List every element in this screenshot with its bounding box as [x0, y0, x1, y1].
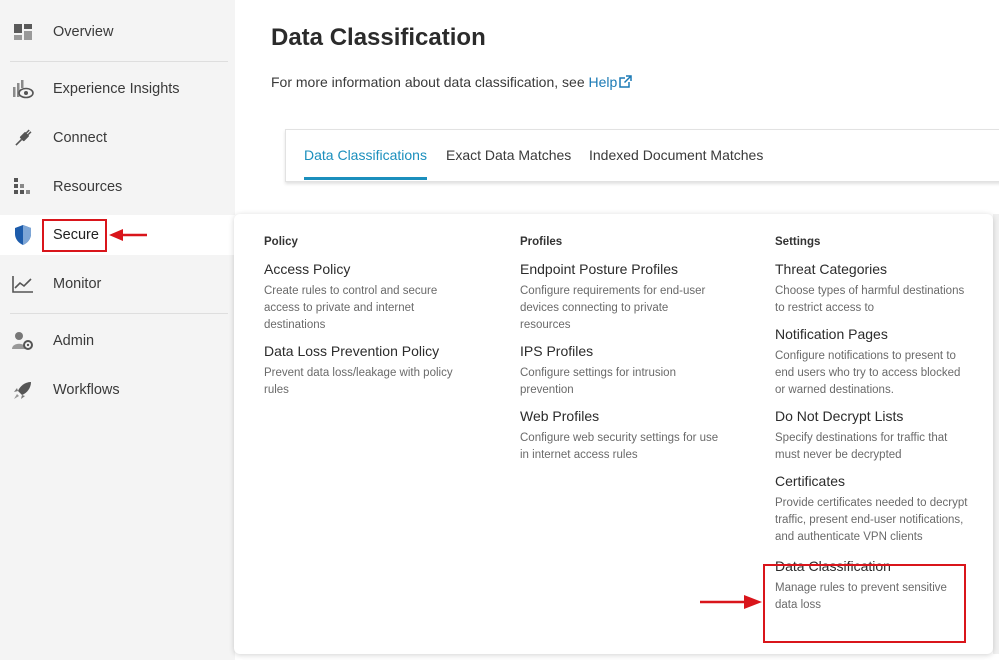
sidebar-item-label: Overview — [53, 24, 114, 40]
user-gear-icon — [12, 330, 34, 352]
data-classification-highlight-box — [763, 564, 966, 643]
sidebar-item-resources[interactable]: Resources — [0, 167, 235, 207]
menu-item-description: Provide certificates needed to decrypt t… — [775, 497, 968, 543]
sidebar-divider — [10, 61, 228, 62]
sidebar-item-label: Monitor — [53, 276, 102, 292]
menu-item-dlp-policy[interactable]: Data Loss Prevention Policy Prevent data… — [264, 343, 464, 399]
sidebar-item-experience-insights[interactable]: Experience Insights — [0, 69, 235, 109]
sidebar-item-label: Workflows — [53, 382, 120, 398]
menu-item-title: Notification Pages — [775, 326, 888, 342]
insights-eye-icon — [12, 78, 34, 100]
menu-item-notification-pages[interactable]: Notification Pages Configure notificatio… — [775, 326, 970, 399]
menu-item-web-profiles[interactable]: Web Profiles Configure web security sett… — [520, 408, 720, 464]
menu-item-certificates[interactable]: Certificates Provide certificates needed… — [775, 473, 970, 546]
shield-icon — [12, 224, 34, 246]
external-link-icon — [619, 75, 633, 91]
rocket-icon — [12, 379, 34, 401]
help-link-label: Help — [588, 74, 618, 90]
sidebar-divider — [10, 313, 228, 314]
menu-item-description: Configure notifications to present to en… — [775, 350, 961, 396]
sidebar-item-label: Resources — [53, 179, 123, 195]
menu-item-title: Do Not Decrypt Lists — [775, 408, 904, 424]
menu-item-endpoint-posture-profiles[interactable]: Endpoint Posture Profiles Configure requ… — [520, 261, 720, 334]
sidebar-item-label: Connect — [53, 130, 108, 146]
menu-column-heading: Policy — [264, 236, 298, 248]
menu-item-do-not-decrypt-lists[interactable]: Do Not Decrypt Lists Specify destination… — [775, 408, 970, 464]
backdrop — [993, 214, 999, 654]
sidebar-item-overview[interactable]: Overview — [0, 12, 235, 52]
sidebar-item-label: Admin — [53, 333, 95, 349]
menu-column-policy: Policy Access Policy Create rules to con… — [264, 236, 464, 408]
menu-item-description: Create rules to control and secure acces… — [264, 285, 438, 331]
plug-icon — [12, 127, 34, 149]
page-title: Data Classification — [271, 24, 486, 51]
menu-item-ips-profiles[interactable]: IPS Profiles Configure settings for intr… — [520, 343, 720, 399]
menu-item-description: Prevent data loss/leakage with policy ru… — [264, 367, 453, 396]
menu-item-title: Data Loss Prevention Policy — [264, 343, 440, 359]
menu-item-description: Configure settings for intrusion prevent… — [520, 367, 676, 396]
tabs-bar: Data Classifications Exact Data Matches … — [285, 129, 999, 182]
sidebar-item-connect[interactable]: Connect — [0, 118, 235, 158]
menu-item-title: IPS Profiles — [520, 343, 594, 359]
menu-item-title: Certificates — [775, 473, 846, 489]
arrow-left-icon — [109, 229, 147, 241]
menu-item-description: Choose types of harmful destinations to … — [775, 285, 965, 314]
tab-exact-data-matches[interactable]: Exact Data Matches — [446, 147, 571, 163]
info-text: For more information about data classifi… — [271, 74, 633, 91]
menu-item-threat-categories[interactable]: Threat Categories Choose types of harmfu… — [775, 261, 970, 317]
menu-item-title: Web Profiles — [520, 408, 600, 424]
sidebar-item-label: Experience Insights — [53, 81, 180, 97]
resources-grid-icon — [12, 176, 34, 198]
dashboard-icon — [12, 21, 34, 43]
line-chart-icon — [12, 273, 34, 295]
tab-indexed-document-matches[interactable]: Indexed Document Matches — [589, 147, 763, 163]
menu-item-access-policy[interactable]: Access Policy Create rules to control an… — [264, 261, 464, 334]
menu-item-description: Configure requirements for end-user devi… — [520, 285, 706, 331]
help-link[interactable]: Help — [589, 74, 633, 90]
menu-item-description: Configure web security settings for use … — [520, 432, 719, 461]
secure-highlight-box — [42, 219, 107, 252]
menu-column-profiles: Profiles Endpoint Posture Profiles Confi… — [520, 236, 720, 473]
menu-item-title: Endpoint Posture Profiles — [520, 261, 678, 277]
menu-item-title: Access Policy — [264, 261, 351, 277]
sidebar: Overview Experience Insights Connect Res… — [0, 0, 235, 660]
menu-item-description: Specify destinations for traffic that mu… — [775, 432, 948, 461]
menu-column-heading: Settings — [775, 236, 821, 248]
sidebar-item-admin[interactable]: Admin — [0, 321, 235, 361]
tab-data-classifications[interactable]: Data Classifications — [304, 147, 427, 163]
active-tab-indicator — [304, 177, 427, 180]
arrow-right-icon — [700, 595, 762, 609]
menu-item-title: Threat Categories — [775, 261, 888, 277]
menu-column-heading: Profiles — [520, 236, 563, 248]
info-text-label: For more information about data classifi… — [271, 74, 589, 90]
sidebar-item-monitor[interactable]: Monitor — [0, 264, 235, 304]
sidebar-item-workflows[interactable]: Workflows — [0, 370, 235, 410]
